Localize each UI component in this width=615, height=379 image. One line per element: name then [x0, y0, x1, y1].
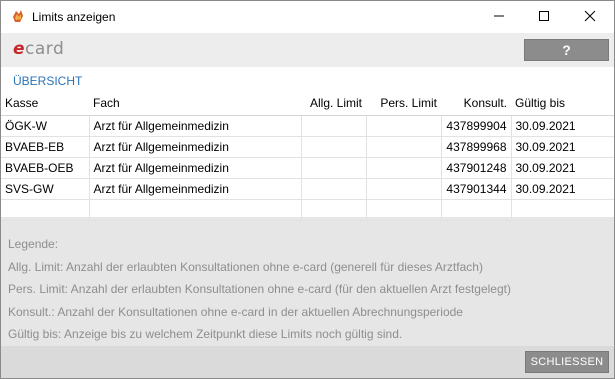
section-title: ÜBERSICHT — [1, 67, 614, 91]
cell-fach: Arzt für Allgemeinmedizin — [89, 178, 302, 200]
cell-konsult: 437899968 — [441, 136, 512, 158]
table-header-row: Kasse Fach Allg. Limit Pers. Limit Konsu… — [1, 91, 614, 116]
close-icon — [584, 10, 596, 25]
window-title: Limits anzeigen — [32, 10, 116, 24]
cell-pers-limit — [366, 178, 442, 200]
table-row-empty — [1, 199, 614, 221]
legend-item-pers-limit: Pers. Limit: Anzahl der erlaubten Konsul… — [8, 282, 511, 296]
cell-pers-limit — [366, 157, 442, 179]
table-row[interactable]: BVAEB-EB Arzt für Allgemeinmedizin 43789… — [1, 136, 614, 158]
cell-gueltig-bis: 30.09.2021 — [511, 178, 614, 200]
minimize-button[interactable] — [476, 1, 522, 33]
cell-fach — [89, 199, 302, 221]
column-header-kasse[interactable]: Kasse — [1, 91, 89, 116]
table-row[interactable]: SVS-GW Arzt für Allgemeinmedizin 4379013… — [1, 178, 614, 200]
cell-kasse: BVAEB-OEB — [1, 157, 90, 179]
cell-pers-limit — [366, 199, 442, 221]
cell-allg-limit — [301, 157, 367, 179]
brand-bar: ecard ? — [1, 33, 614, 67]
maximize-button[interactable] — [521, 1, 567, 33]
help-button[interactable]: ? — [524, 39, 609, 61]
app-icon — [10, 8, 26, 24]
close-window-button[interactable] — [567, 1, 613, 33]
minimize-icon — [493, 10, 505, 25]
cell-pers-limit — [366, 115, 442, 137]
cell-konsult — [441, 199, 512, 221]
limits-table: Kasse Fach Allg. Limit Pers. Limit Konsu… — [1, 91, 614, 221]
cell-kasse: BVAEB-EB — [1, 136, 90, 158]
close-button[interactable]: SCHLIESSEN — [525, 351, 609, 373]
legend-item-allg-limit: Allg. Limit: Anzahl der erlaubten Konsul… — [8, 259, 483, 274]
legend-item-gueltig-bis: Gültig bis: Anzeige bis zu welchem Zeitp… — [8, 327, 403, 341]
cell-kasse: ÖGK-W — [1, 115, 90, 137]
cell-gueltig-bis: 30.09.2021 — [511, 157, 614, 179]
legend: Legende: Allg. Limit: Anzahl der erlaubt… — [8, 233, 608, 346]
cell-gueltig-bis: 30.09.2021 — [511, 136, 614, 158]
cell-fach: Arzt für Allgemeinmedizin — [89, 136, 302, 158]
cell-konsult: 437901248 — [441, 157, 512, 179]
cell-konsult: 437899904 — [441, 115, 512, 137]
cell-pers-limit — [366, 136, 442, 158]
limits-dialog: Limits anzeigen ecard ? ÜBERSICHT Kasse … — [0, 0, 615, 379]
cell-allg-limit — [301, 136, 367, 158]
cell-allg-limit — [301, 199, 367, 221]
maximize-icon — [538, 10, 550, 25]
cell-kasse — [1, 199, 90, 221]
cell-allg-limit — [301, 178, 367, 200]
cell-kasse: SVS-GW — [1, 178, 90, 200]
legend-heading: Legende: — [8, 237, 59, 251]
column-header-allg-limit[interactable]: Allg. Limit — [301, 91, 366, 116]
cell-fach: Arzt für Allgemeinmedizin — [89, 157, 302, 179]
title-bar[interactable]: Limits anzeigen — [1, 1, 614, 33]
table-row[interactable]: BVAEB-OEB Arzt für Allgemeinmedizin 4379… — [1, 157, 614, 179]
column-header-konsult[interactable]: Konsult. — [441, 91, 511, 116]
cell-gueltig-bis: 30.09.2021 — [511, 115, 614, 137]
ecard-logo: ecard — [13, 39, 65, 59]
table-row[interactable]: ÖGK-W Arzt für Allgemeinmedizin 43789990… — [1, 115, 614, 137]
cell-allg-limit — [301, 115, 367, 137]
column-header-gueltig-bis[interactable]: Gültig bis — [511, 91, 614, 116]
legend-item-konsult: Konsult.: Anzahl der Konsultationen ohne… — [8, 304, 463, 319]
column-header-fach[interactable]: Fach — [89, 91, 301, 116]
cell-konsult: 437901344 — [441, 178, 512, 200]
footer-bar: SCHLIESSEN — [1, 346, 614, 378]
cell-fach: Arzt für Allgemeinmedizin — [89, 115, 302, 137]
column-header-pers-limit[interactable]: Pers. Limit — [366, 91, 441, 116]
cell-gueltig-bis — [511, 199, 614, 221]
